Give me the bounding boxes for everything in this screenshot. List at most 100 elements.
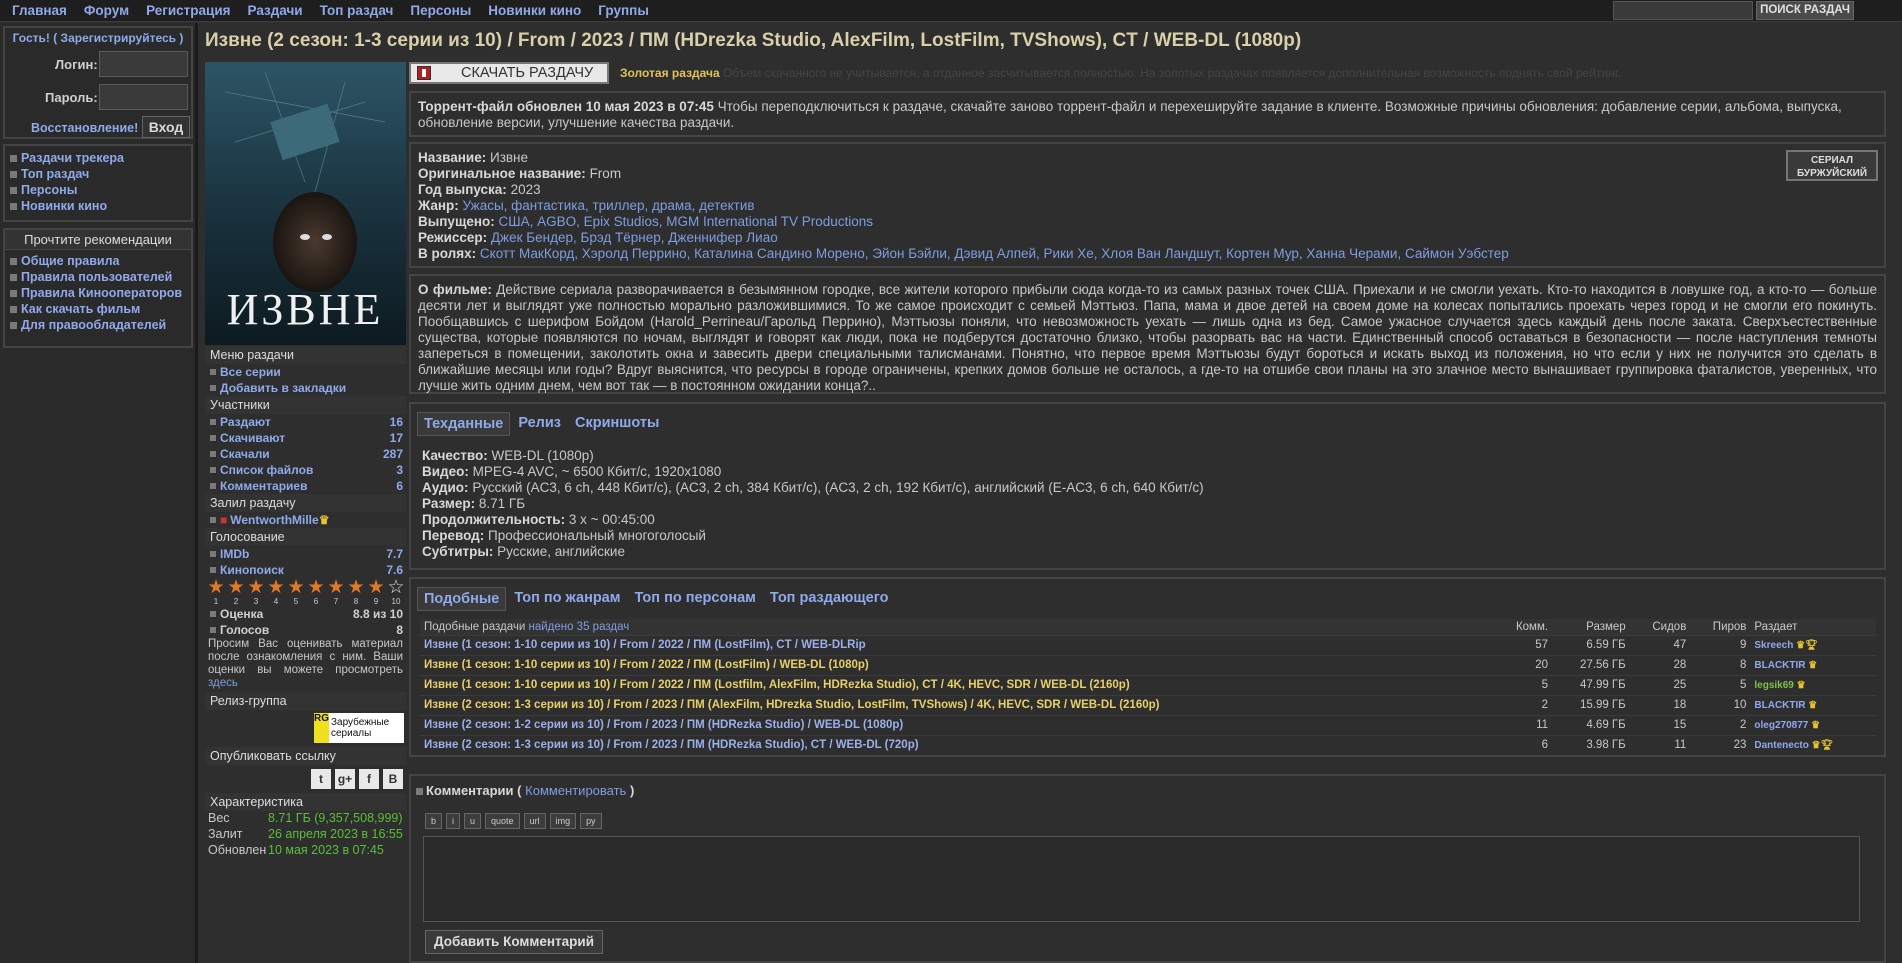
tab-top-uploader[interactable]: Топ раздающего	[764, 587, 895, 611]
comment-textarea[interactable]	[423, 836, 1860, 922]
table-row[interactable]: Извне (1 сезон: 1-10 серии из 10) / From…	[420, 654, 1876, 675]
twitter-icon[interactable]: t	[311, 769, 331, 789]
star-empty-icon[interactable]: ☆ 10	[387, 578, 405, 606]
table-row[interactable]: Извне (2 сезон: 1-3 серии из 10) / From …	[420, 734, 1876, 755]
tab-screenshots[interactable]: Скриншоты	[569, 412, 665, 436]
star-icon[interactable]: ★ 5	[287, 578, 305, 606]
login-label: Логин:	[55, 57, 98, 72]
tech-details: Качество: WEB-DL (1080p) Видео: MPEG-4 A…	[422, 448, 1204, 559]
nav-forum[interactable]: Форум	[84, 3, 129, 18]
rules-users[interactable]: Правила пользователей	[10, 269, 191, 285]
rules-operators[interactable]: Правила Кинооператоров	[10, 285, 191, 301]
bb-img-button[interactable]: img	[549, 813, 577, 829]
tracker-links: Раздачи трекера Топ раздач Персоны Новин…	[3, 144, 193, 222]
poster-image: ИЗВНЕ	[205, 62, 406, 345]
star-icon[interactable]: ★ 1	[207, 578, 225, 606]
release-group-logo[interactable]: RG Зарубежные сериалы	[314, 713, 404, 743]
studio-links[interactable]: США, AGBO, Epix Studios, MGM Internation…	[499, 214, 874, 229]
sidebar-item-tracker[interactable]: Раздачи трекера	[10, 150, 191, 166]
found-link[interactable]: найдено 35 раздач	[528, 621, 629, 633]
trophy-icon: 🏆︎	[1820, 739, 1834, 751]
guest-register-link[interactable]: Гость! ( Зарегистрируйтесь )	[5, 31, 191, 45]
tab-similar[interactable]: Подобные	[417, 587, 507, 611]
publish-header: Опубликовать ссылку	[205, 747, 406, 765]
release-info: Название: Извне Оригинальное название: F…	[409, 142, 1886, 268]
bb-underline-button[interactable]: u	[464, 813, 482, 829]
cast-links[interactable]: Скотт МакКорд, Хэролд Перрино, Каталина …	[480, 246, 1509, 261]
menu-bookmark[interactable]: Добавить в закладки	[205, 380, 406, 396]
login-button[interactable]: Вход	[142, 116, 190, 138]
sidebar-item-top[interactable]: Топ раздач	[10, 166, 191, 182]
table-row[interactable]: Извне (1 сезон: 1-10 серии из 10) / From…	[420, 674, 1876, 695]
participants-seeding[interactable]: Раздают 16	[205, 414, 406, 430]
facebook-icon[interactable]: f	[359, 769, 379, 789]
tab-top-persons[interactable]: Топ по персонам	[628, 587, 761, 611]
update-notice: Торрент-файл обновлен 10 мая 2023 в 07:4…	[409, 91, 1886, 137]
bb-url-button[interactable]: url	[523, 813, 546, 829]
star-icon[interactable]: ★ 2	[227, 578, 245, 606]
star-icon[interactable]: ★ 9	[367, 578, 385, 606]
tab-tech[interactable]: Техданные	[417, 412, 511, 436]
participants-comments[interactable]: Комментариев 6	[205, 478, 406, 494]
rules-how-download[interactable]: Как скачать фильм	[10, 301, 191, 317]
nav-persons[interactable]: Персоны	[410, 3, 471, 18]
comment-link[interactable]: Комментировать	[525, 783, 626, 798]
vk-icon[interactable]: В	[383, 769, 403, 789]
participants-files[interactable]: Список файлов 3	[205, 462, 406, 478]
imdb-rating[interactable]: IMDb 7.7	[205, 546, 406, 562]
sidebar: Гость! ( Зарегистрируйтесь ) Логин: Паро…	[0, 23, 198, 963]
restore-link[interactable]: Восстановление!	[31, 121, 138, 135]
kinopoisk-rating[interactable]: Кинопоиск 7.6	[205, 562, 406, 578]
tab-release[interactable]: Релиз	[512, 412, 567, 436]
rules-general[interactable]: Общие правила	[10, 253, 191, 269]
nav-torrents[interactable]: Раздачи	[248, 3, 303, 18]
login-input[interactable]	[99, 51, 188, 77]
star-icon[interactable]: ★ 7	[327, 578, 345, 606]
sidebar-item-persons[interactable]: Персоны	[10, 182, 191, 198]
password-label: Пароль:	[45, 90, 98, 105]
star-icon[interactable]: ★ 6	[307, 578, 325, 606]
search-input[interactable]	[1613, 1, 1753, 20]
participants-leeching[interactable]: Скачивают 17	[205, 430, 406, 446]
crown-icon: ♛	[1811, 719, 1821, 731]
genre-links[interactable]: Ужасы, фантастика, триллер, драма, детек…	[463, 198, 755, 213]
sidebar-item-new[interactable]: Новинки кино	[10, 198, 191, 214]
add-comment-button[interactable]: Добавить Комментарий	[425, 930, 603, 954]
col-comments: Комм.	[1494, 619, 1553, 635]
bb-quote-button[interactable]: quote	[485, 813, 520, 829]
table-row[interactable]: Извне (2 сезон: 1-3 серии из 10) / From …	[420, 694, 1876, 715]
nav-home[interactable]: Главная	[12, 3, 67, 18]
star-icon[interactable]: ★ 4	[267, 578, 285, 606]
menu-all-episodes[interactable]: Все серии	[205, 364, 406, 380]
table-row[interactable]: Извне (1 сезон: 1-10 серии из 10) / From…	[420, 634, 1876, 655]
download-button[interactable]: СКАЧАТЬ РАЗДАЧУ	[409, 62, 609, 84]
crown-icon: ♛	[1811, 739, 1821, 751]
col-size: Размер	[1552, 619, 1630, 635]
crown-icon: ♛	[1808, 699, 1818, 711]
star-icon[interactable]: ★ 8	[347, 578, 365, 606]
nav-register[interactable]: Регистрация	[146, 3, 230, 18]
voting-header: Голосование	[205, 528, 406, 546]
menu-header: Меню раздачи	[205, 346, 406, 364]
bb-bold-button[interactable]: b	[425, 813, 443, 829]
bb-translit-button[interactable]: ру	[580, 813, 602, 829]
torrent-icon	[417, 66, 431, 80]
star-icon[interactable]: ★ 3	[247, 578, 265, 606]
director-links[interactable]: Джек Бендер, Брэд Тёрнер, Дженнифер Лиао	[491, 230, 778, 245]
nav-new-movies[interactable]: Новинки кино	[488, 3, 581, 18]
star-rating[interactable]: ★ 1 ★ 2 ★ 3 ★ 4 ★ 5 ★ 6 ★ 7 ★ 8 ★ 9 ☆ 10	[205, 578, 406, 606]
nav-top[interactable]: Топ раздач	[320, 3, 394, 18]
gplus-icon[interactable]: g+	[335, 769, 355, 789]
vote-here-link[interactable]: здесь	[208, 677, 238, 689]
password-input[interactable]	[99, 84, 188, 110]
tab-top-genres[interactable]: Топ по жанрам	[508, 587, 626, 611]
uploader-link[interactable]: ■ WentworthMille ♛	[205, 512, 406, 528]
table-row[interactable]: Извне (2 сезон: 1-2 серии из 10) / From …	[420, 714, 1876, 735]
about-film: О фильме: Действие сериала разворачивает…	[409, 274, 1886, 394]
nav-groups[interactable]: Группы	[598, 3, 649, 18]
participants-downloaded[interactable]: Скачали 287	[205, 446, 406, 462]
rules-rightholders[interactable]: Для правообладателей	[10, 317, 191, 333]
bb-italic-button[interactable]: i	[446, 813, 461, 829]
top-navigation: Главная Форум Регистрация Раздачи Топ ра…	[0, 0, 1902, 22]
search-button[interactable]: ПОИСК РАЗДАЧ	[1756, 1, 1854, 20]
